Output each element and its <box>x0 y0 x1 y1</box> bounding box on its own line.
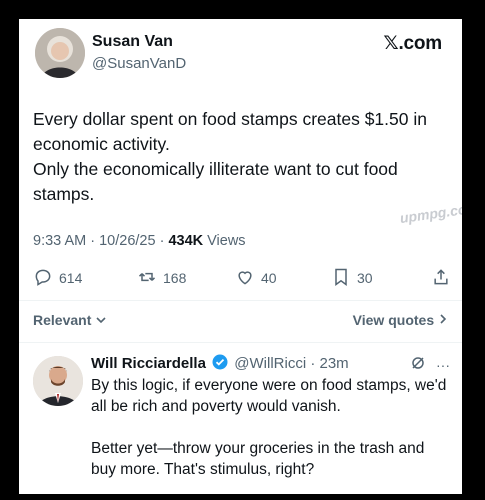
post-time[interactable]: 9:33 AM <box>33 233 86 249</box>
reply-icon <box>33 267 53 290</box>
post-card: Susan Van @SusanVanD 𝕏.com Every dollar … <box>19 19 462 494</box>
watermark-logo: upmpg.com <box>399 199 462 256</box>
reply-header: Will Ricciardella @WillRicci · 23m <box>91 354 349 372</box>
reply-author-handle[interactable]: @WillRicci <box>234 355 306 372</box>
bookmark-count: 30 <box>357 270 373 286</box>
divider <box>19 342 462 343</box>
views-count: 434K <box>168 233 204 249</box>
share-button[interactable] <box>431 266 451 290</box>
reply-author-avatar[interactable] <box>33 356 83 406</box>
verified-icon <box>212 354 228 370</box>
share-icon <box>431 267 451 290</box>
grok-icon[interactable] <box>410 355 426 374</box>
sort-label: Relevant <box>33 312 92 328</box>
reply-author-name[interactable]: Will Ricciardella <box>91 355 206 372</box>
like-icon <box>235 267 255 290</box>
views-label: Views <box>207 233 246 249</box>
view-quotes-link[interactable]: View quotes <box>353 312 448 328</box>
author-handle[interactable]: @SusanVanD <box>92 55 186 72</box>
author-name[interactable]: Susan Van <box>92 33 173 51</box>
bookmark-icon <box>331 267 351 290</box>
reply-text: By this logic, if everyone were on food … <box>91 377 447 478</box>
meta-separator: · <box>310 355 316 372</box>
more-icon[interactable]: ··· <box>436 357 450 373</box>
author-avatar[interactable] <box>35 28 85 78</box>
like-button[interactable]: 40 <box>235 266 277 290</box>
reply-time[interactable]: 23m <box>320 355 349 372</box>
meta-separator: · <box>90 233 100 249</box>
repost-icon <box>137 267 157 290</box>
sort-relevant-button[interactable]: Relevant <box>33 312 107 328</box>
post-date[interactable]: 10/26/25 <box>99 233 155 249</box>
chevron-down-icon <box>95 312 107 328</box>
post-meta: 9:33 AM · 10/26/25 · 434K Views <box>33 233 246 249</box>
view-quotes-label: View quotes <box>352 312 435 328</box>
divider <box>19 300 462 301</box>
reply-button[interactable]: 614 <box>33 266 82 290</box>
chevron-right-icon <box>438 312 448 328</box>
action-bar: 614 168 40 30 <box>33 266 451 290</box>
post-text: Every dollar spent on food stamps create… <box>33 109 427 204</box>
reply-toolbar: ··· <box>410 355 450 374</box>
brand-logo: 𝕏.com <box>383 33 442 54</box>
reply-count: 614 <box>59 270 83 286</box>
bookmark-button[interactable]: 30 <box>331 266 373 290</box>
repost-button[interactable]: 168 <box>137 266 186 290</box>
like-count: 40 <box>261 270 277 286</box>
repost-count: 168 <box>163 270 187 286</box>
